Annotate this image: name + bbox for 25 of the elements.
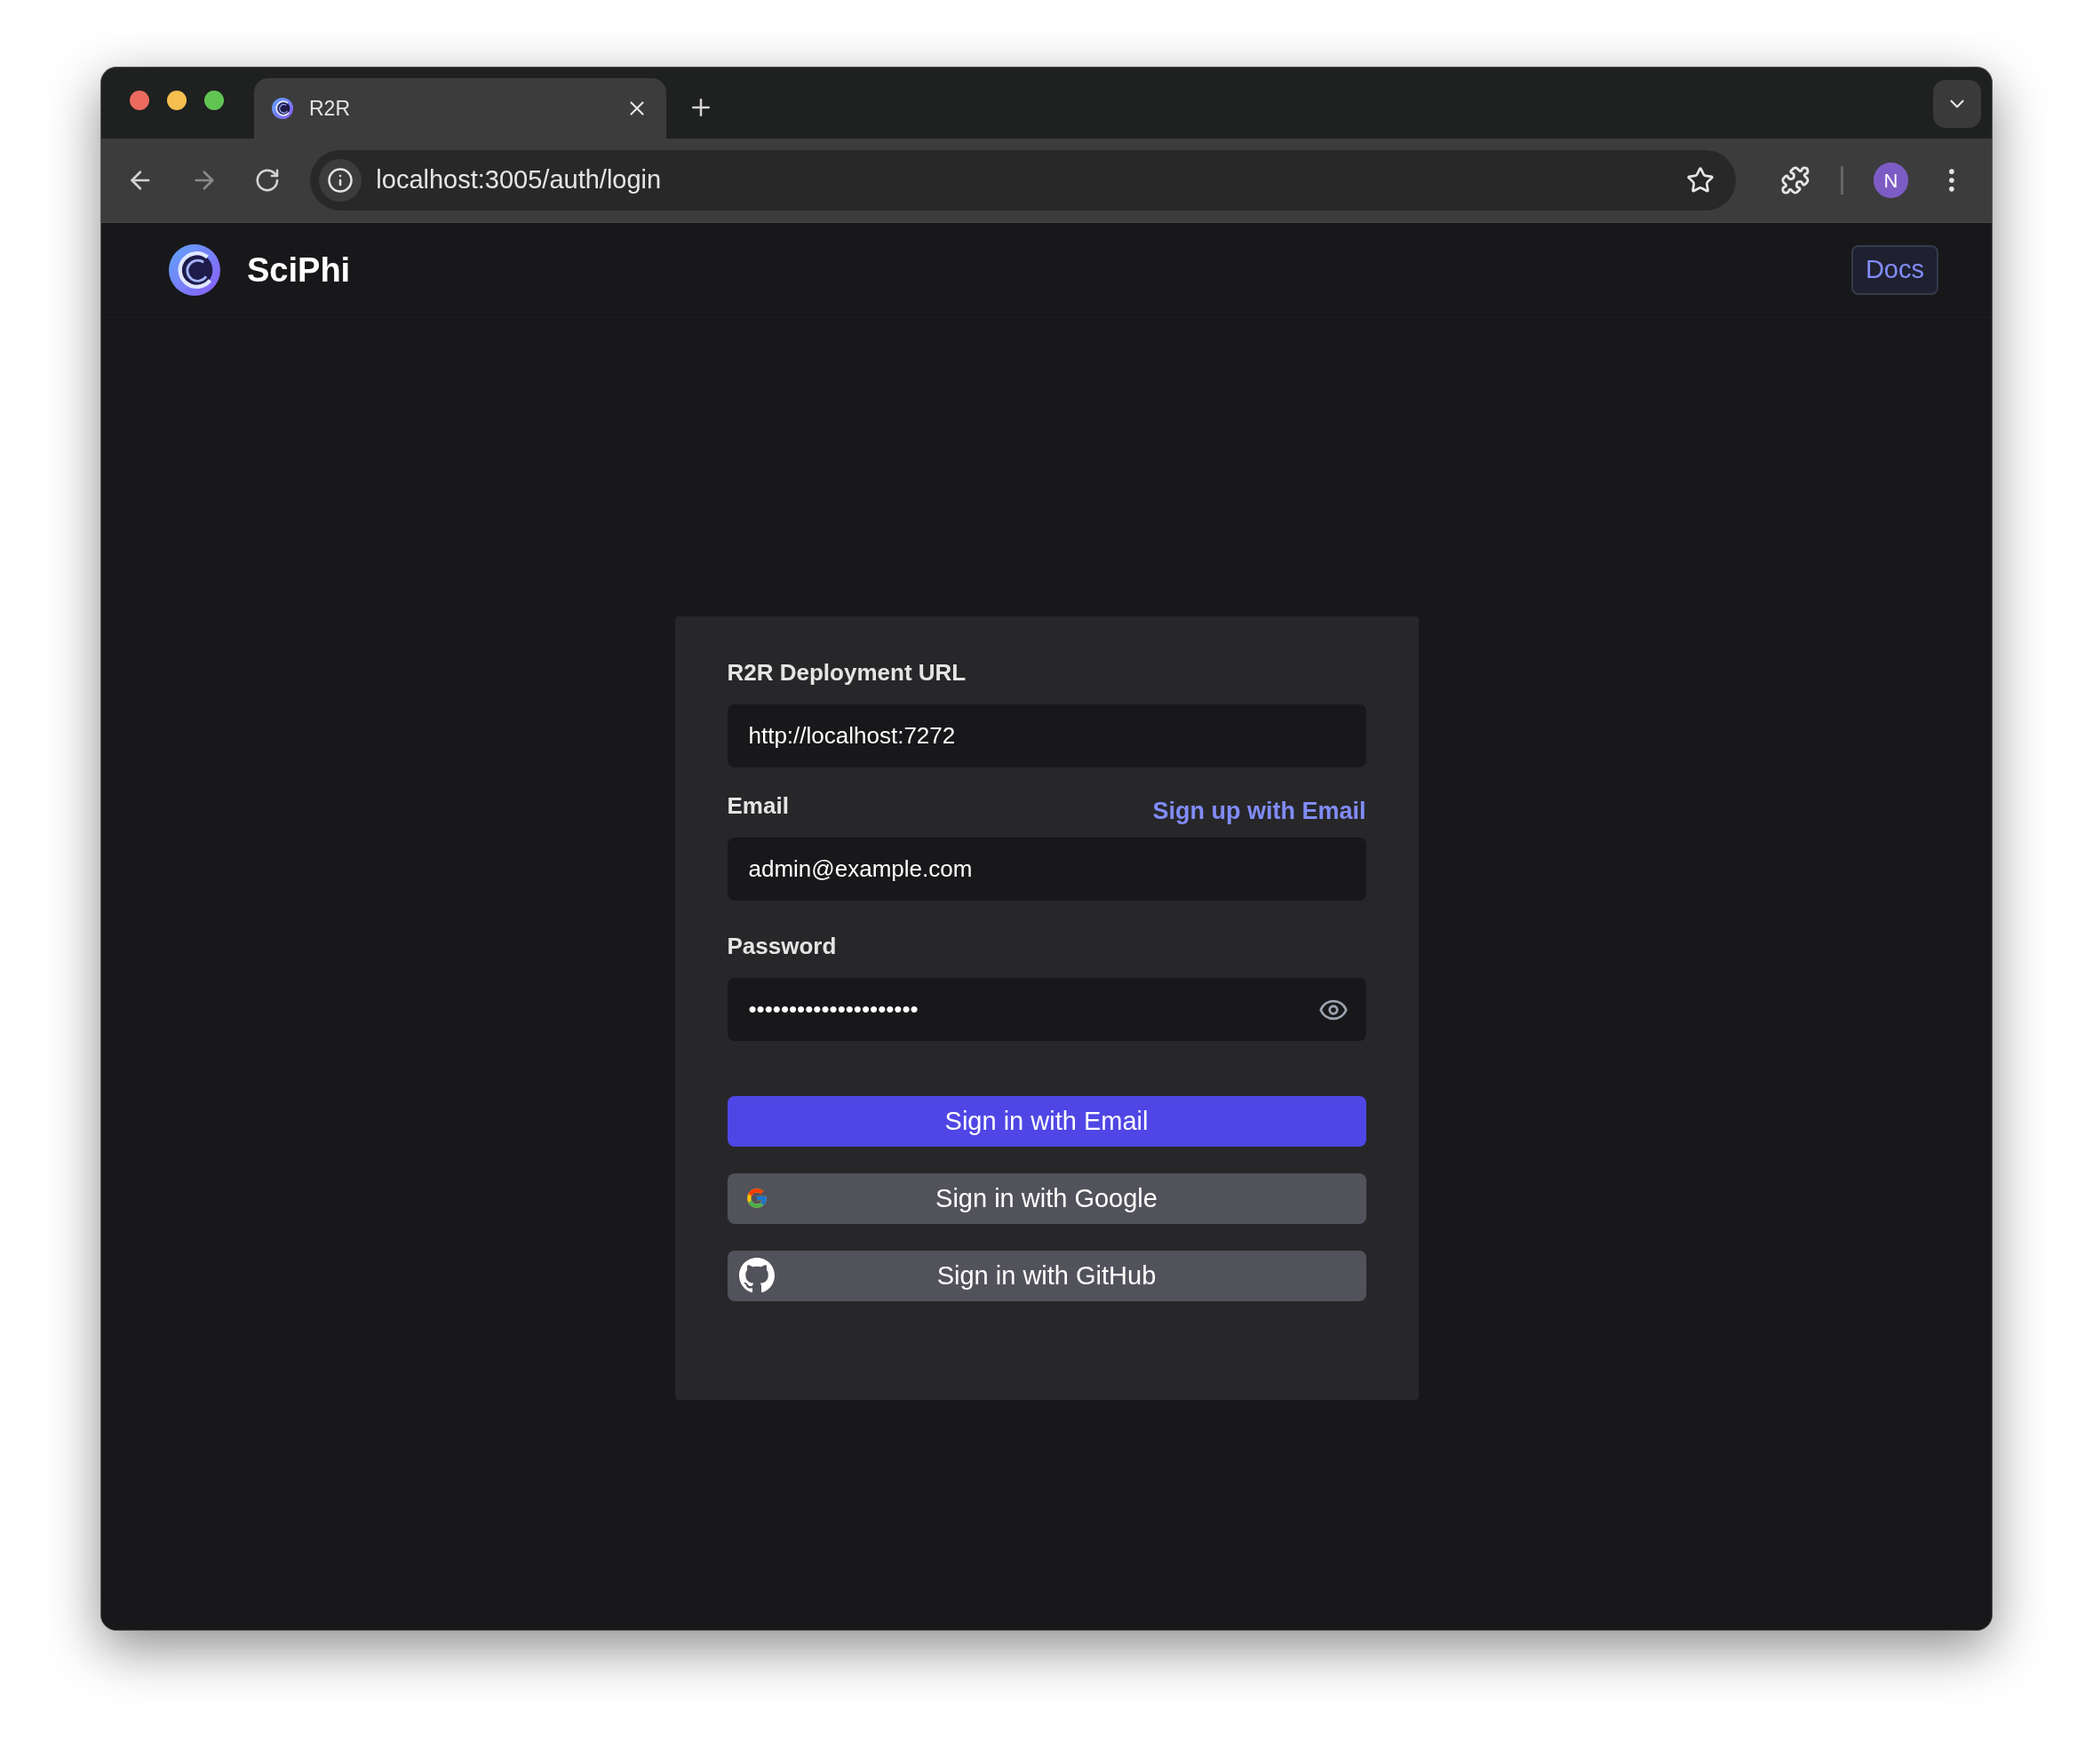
logo-icon <box>169 244 220 296</box>
github-sign-in-button[interactable]: Sign in with GitHub <box>727 1251 1366 1301</box>
logo-icon <box>272 98 293 119</box>
github-icon <box>738 1258 775 1293</box>
docs-link[interactable]: Docs <box>1850 245 1938 295</box>
email-input-field[interactable]: admin@example.com <box>727 838 1366 901</box>
tab-list-button[interactable] <box>1933 80 1981 128</box>
sign-in-button[interactable]: Sign in with Email <box>727 1096 1366 1147</box>
field-label: Password <box>727 932 838 961</box>
browser-tab[interactable]: R2R <box>254 78 666 139</box>
field-label: Email <box>727 791 789 821</box>
google-sign-in-button[interactable]: Sign in with Google <box>727 1173 1366 1224</box>
password-input-field[interactable]: ••••••••••••••••••••• <box>727 978 1366 1041</box>
puzzle-icon[interactable] <box>1779 165 1810 195</box>
field-label: R2R Deployment URL <box>727 658 967 687</box>
tab-title: R2R <box>309 95 351 122</box>
url-input-field[interactable]: http://localhost:7272 <box>727 704 1366 767</box>
url-text: localhost:3005/auth/login <box>376 164 663 196</box>
star-icon[interactable] <box>1685 166 1715 195</box>
profile-avatar[interactable]: N <box>1873 163 1909 198</box>
info-icon[interactable] <box>327 167 354 194</box>
address-bar[interactable]: localhost:3005/auth/login <box>310 150 1736 211</box>
google-icon <box>744 1187 768 1210</box>
brand-name: SciPhi <box>247 250 351 290</box>
sign-up-link[interactable]: Sign up with Email <box>1152 792 1366 829</box>
